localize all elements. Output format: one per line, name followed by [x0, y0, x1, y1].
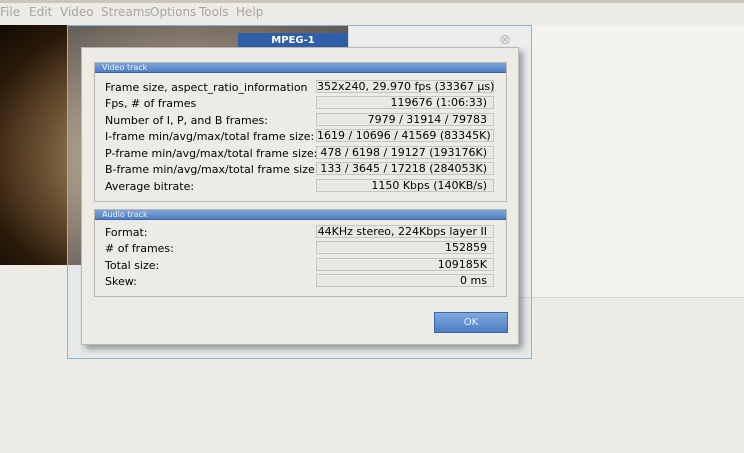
close-icon[interactable]: ⊗ [498, 33, 512, 47]
mpeg-info-dialog: Video track Frame size, aspect_ratio_inf… [81, 47, 519, 345]
audio-track-group: Audio track Format: 44KHz stereo, 224Kbp… [94, 209, 507, 297]
row-label: Total size: [105, 259, 160, 272]
row-label: B-frame min/avg/max/total frame size: [105, 163, 319, 176]
row-value: 119676 (1:06:33) [316, 96, 494, 109]
menu-file[interactable]: File [0, 5, 20, 19]
ok-button[interactable]: OK [434, 312, 508, 333]
row-value: 133 / 3645 / 17218 (284053K) [316, 162, 494, 175]
row-label: Frame size, aspect_ratio_information [105, 81, 308, 94]
row-value: 1150 Kbps (140KB/s) [316, 179, 494, 192]
video-track-header: Video track [95, 63, 506, 73]
menu-help[interactable]: Help [236, 5, 263, 19]
row-value: 109185K [316, 258, 494, 271]
menu-video[interactable]: Video [60, 5, 94, 19]
row-label: Average bitrate: [105, 180, 195, 193]
row-value: 152859 [316, 241, 494, 254]
menu-options[interactable]: Options [150, 5, 196, 19]
menu-streams[interactable]: Streams [101, 5, 151, 19]
row-label: Skew: [105, 275, 137, 288]
row-label: Number of I, P, and B frames: [105, 114, 268, 127]
row-value: 352x240, 29.970 fps (33367 µs) [316, 80, 495, 93]
row-value: 7979 / 31914 / 79783 [316, 113, 494, 126]
menu-bar: File Edit Video Streams Options Tools He… [0, 0, 744, 22]
row-value: 1619 / 10696 / 41569 (83345K) [316, 129, 494, 142]
row-label: Format: [105, 226, 148, 239]
row-value: 0 ms [316, 274, 494, 287]
row-label: Fps, # of frames [105, 97, 197, 110]
video-track-group: Video track Frame size, aspect_ratio_inf… [94, 62, 507, 202]
row-value: 478 / 6198 / 19127 (193176K) [316, 146, 494, 159]
menu-tools[interactable]: Tools [199, 5, 229, 19]
dialog-title: MPEG-1 Information [238, 33, 348, 61]
row-label: # of frames: [105, 242, 174, 255]
row-label: P-frame min/avg/max/total frame size: [105, 147, 318, 160]
row-label: I-frame min/avg/max/total frame size: [105, 130, 315, 143]
menu-edit[interactable]: Edit [29, 5, 52, 19]
audio-track-header: Audio track [95, 210, 506, 220]
row-value: 44KHz stereo, 224Kbps layer II [316, 225, 494, 238]
top-strip [0, 0, 744, 3]
